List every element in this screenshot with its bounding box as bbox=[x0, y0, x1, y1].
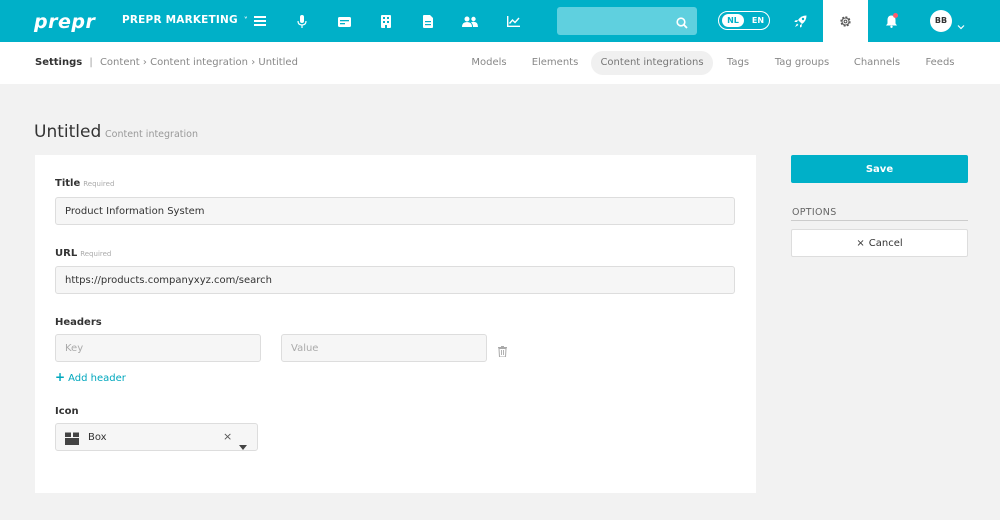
header-value-field[interactable] bbox=[281, 334, 487, 362]
chevron-down-icon[interactable] bbox=[957, 15, 965, 34]
tab-models[interactable]: Models bbox=[466, 51, 512, 75]
icon-select[interactable]: Box × bbox=[55, 423, 258, 451]
breadcrumb-chevron-icon: › bbox=[142, 57, 147, 68]
cancel-button[interactable]: × Cancel bbox=[791, 229, 968, 257]
title-label: Title Required bbox=[55, 178, 114, 189]
settings-tab[interactable] bbox=[823, 0, 868, 42]
gear-icon bbox=[836, 12, 854, 30]
workspace-name: PREPR MARKETING bbox=[122, 14, 238, 26]
options-divider bbox=[791, 220, 968, 221]
tab-content-integrations[interactable]: Content integrations bbox=[591, 51, 713, 75]
rocket-icon[interactable] bbox=[791, 12, 809, 30]
breadcrumb-content-integration[interactable]: Content integration bbox=[150, 57, 248, 68]
tab-elements[interactable]: Elements bbox=[528, 51, 582, 75]
header-key-field[interactable] bbox=[55, 334, 261, 362]
document-icon[interactable] bbox=[419, 12, 437, 30]
title-field[interactable] bbox=[55, 197, 735, 225]
page-subtitle: Content integration bbox=[105, 129, 198, 140]
plus-icon: + bbox=[55, 370, 66, 384]
url-label: URL Required bbox=[55, 248, 111, 259]
required-marker: Required bbox=[83, 180, 115, 188]
avatar[interactable]: BB bbox=[930, 10, 952, 32]
cancel-label: Cancel bbox=[868, 237, 903, 249]
close-icon: × bbox=[856, 237, 865, 249]
search-icon[interactable] bbox=[676, 14, 688, 33]
breadcrumb: Settings | Content › Content integration… bbox=[35, 57, 298, 68]
tab-channels[interactable]: Channels bbox=[850, 51, 904, 75]
tab-tags[interactable]: Tags bbox=[722, 51, 754, 75]
integration-form: TitleRequired URLRequired Headers +Add h… bbox=[35, 155, 756, 493]
add-header-button[interactable]: + Add header bbox=[55, 370, 126, 384]
icon-label: Icon bbox=[55, 406, 79, 417]
microphone-icon[interactable] bbox=[293, 12, 311, 30]
top-bar: prepr PREPR MARKETING ˅ NL EN BB bbox=[0, 0, 1000, 42]
search-box[interactable] bbox=[557, 7, 697, 35]
notification-dot bbox=[893, 13, 898, 18]
search-input[interactable] bbox=[557, 7, 667, 35]
tab-feeds[interactable]: Feeds bbox=[921, 51, 959, 75]
menu-icon[interactable] bbox=[251, 12, 269, 30]
icon-select-value: Box bbox=[88, 432, 107, 443]
add-header-label: Add header bbox=[68, 373, 126, 384]
language-nl[interactable]: NL bbox=[722, 13, 744, 27]
workspace-selector[interactable]: PREPR MARKETING ˅ bbox=[122, 14, 248, 26]
settings-subnav: Settings | Content › Content integration… bbox=[0, 42, 1000, 84]
tab-tag-groups[interactable]: Tag groups bbox=[770, 51, 834, 75]
required-marker: Required bbox=[80, 250, 112, 258]
breadcrumb-current: Untitled bbox=[258, 57, 298, 68]
prepr-logo[interactable]: prepr bbox=[34, 11, 95, 33]
clear-icon[interactable]: × bbox=[223, 430, 232, 443]
save-button[interactable]: Save bbox=[791, 155, 968, 183]
options-label: OPTIONS bbox=[792, 207, 837, 218]
building-icon[interactable] bbox=[377, 12, 395, 30]
language-toggle[interactable]: NL EN bbox=[718, 11, 770, 30]
url-field[interactable] bbox=[55, 266, 735, 294]
language-en[interactable]: EN bbox=[748, 14, 768, 27]
users-icon[interactable] bbox=[461, 12, 479, 30]
chart-icon[interactable] bbox=[504, 12, 522, 30]
caret-down-icon[interactable] bbox=[239, 435, 247, 454]
trash-icon[interactable] bbox=[498, 342, 507, 361]
breadcrumb-content[interactable]: Content bbox=[100, 57, 140, 68]
headers-label: Headers bbox=[55, 317, 102, 328]
breadcrumb-settings[interactable]: Settings bbox=[35, 57, 82, 68]
url-label-text: URL bbox=[55, 248, 78, 259]
breadcrumb-chevron-icon: › bbox=[251, 57, 256, 68]
breadcrumb-divider: | bbox=[89, 57, 93, 68]
chevron-down-icon: ˅ bbox=[243, 16, 248, 25]
box-icon bbox=[65, 430, 79, 449]
page-title: Untitled bbox=[34, 122, 102, 142]
title-label-text: Title bbox=[55, 178, 81, 189]
wallet-icon[interactable] bbox=[335, 12, 353, 30]
